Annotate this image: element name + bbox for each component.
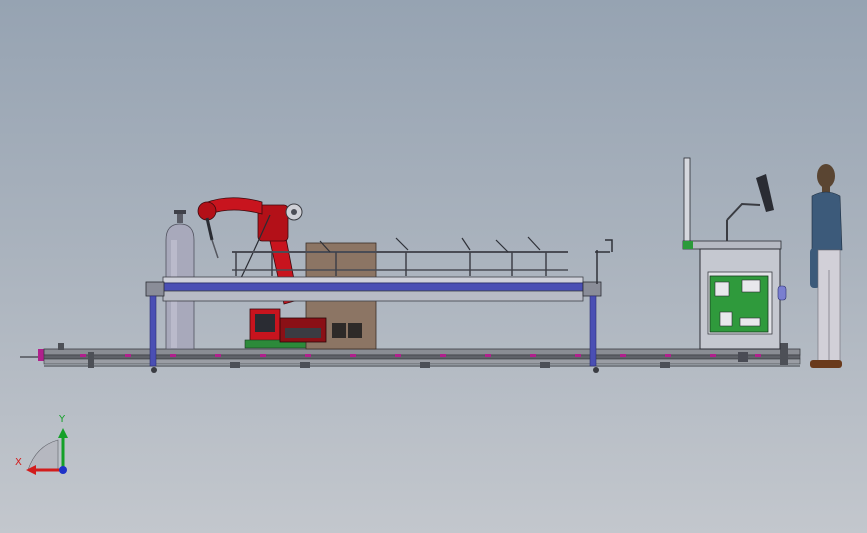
y-axis-label: Y <box>59 414 66 425</box>
x-axis-label: X <box>15 457 22 468</box>
control-cabinet[interactable] <box>682 157 787 362</box>
coordinate-triad <box>26 428 68 475</box>
operator-figure <box>810 164 843 368</box>
cad-viewport[interactable]: Y X <box>0 0 867 533</box>
z-axis-dot <box>59 466 67 474</box>
linear-track[interactable] <box>20 343 801 368</box>
assembly-drawing[interactable] <box>0 0 867 533</box>
monitor[interactable] <box>726 174 774 241</box>
